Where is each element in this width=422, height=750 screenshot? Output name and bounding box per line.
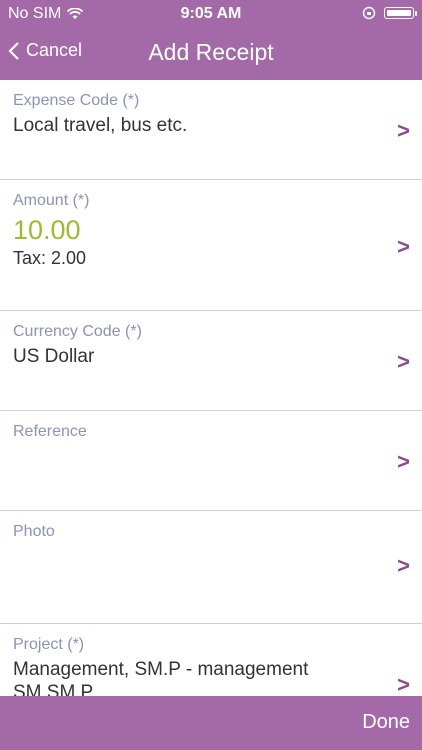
currency-code-label: Currency Code (*) [13, 323, 142, 340]
currency-code-value: US Dollar [13, 346, 95, 367]
photo-label: Photo [13, 523, 55, 540]
chevron-right-icon: > [397, 672, 410, 696]
row-project[interactable]: Project (*) Management, SM.P - managemen… [0, 624, 422, 696]
row-expense-code[interactable]: Expense Code (*) Local travel, bus etc. … [0, 80, 422, 180]
status-bar: No SIM 9:05 AM [0, 0, 422, 28]
orientation-lock-icon [362, 6, 376, 20]
nav-bar: Cancel Add Receipt [0, 28, 422, 80]
row-amount[interactable]: Amount (*) 10.00 Tax: 2.00 > [0, 180, 422, 311]
chevron-right-icon: > [397, 449, 410, 474]
expense-code-label: Expense Code (*) [13, 92, 140, 109]
status-right [362, 6, 417, 20]
done-button[interactable]: Done [362, 711, 410, 734]
amount-label: Amount (*) [13, 192, 90, 209]
expense-code-value: Local travel, bus etc. [13, 115, 188, 136]
chevron-right-icon: > [397, 234, 410, 259]
row-photo[interactable]: Photo > [0, 511, 422, 624]
status-time: 9:05 AM [180, 5, 242, 22]
battery-icon [384, 7, 417, 19]
project-label: Project (*) [13, 636, 85, 653]
tax-value: Tax: 2.00 [13, 248, 87, 268]
amount-value: 10.00 [13, 215, 81, 245]
chevron-right-icon: > [397, 118, 410, 143]
chevron-right-icon: > [397, 349, 410, 374]
page-title: Add Receipt [148, 39, 274, 65]
row-currency-code[interactable]: Currency Code (*) US Dollar > [0, 311, 422, 411]
project-value-line2: SM.SM.P [13, 682, 94, 696]
bottom-toolbar: Done [0, 696, 422, 750]
project-value: Management, SM.P - management [13, 659, 309, 680]
chevron-right-icon: > [397, 553, 410, 578]
row-reference[interactable]: Reference > [0, 411, 422, 511]
reference-label: Reference [13, 423, 87, 440]
receipt-form: Expense Code (*) Local travel, bus etc. … [0, 80, 422, 696]
